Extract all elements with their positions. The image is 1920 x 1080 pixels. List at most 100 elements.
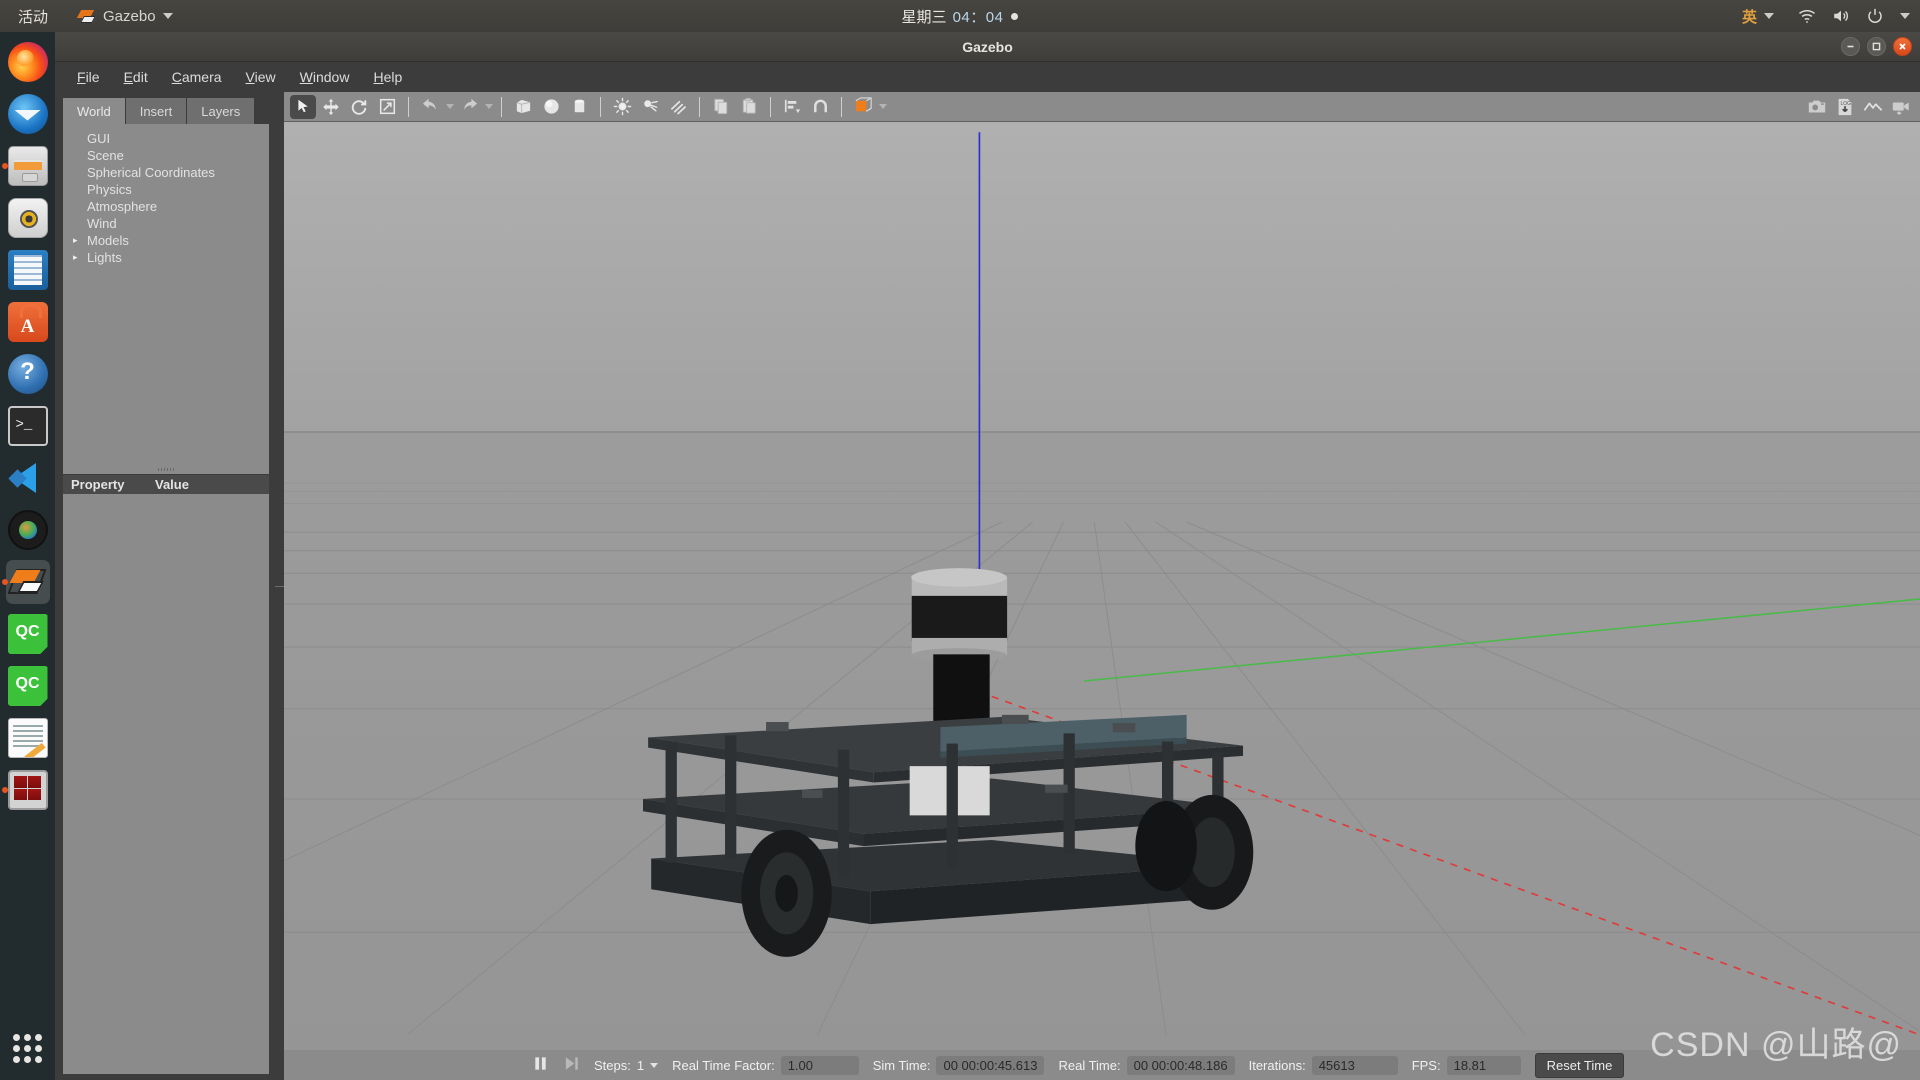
- iterations-label: Iterations:: [1248, 1057, 1306, 1073]
- dock-item-files[interactable]: [1, 144, 50, 188]
- column-value: Value: [155, 477, 189, 492]
- menu-window[interactable]: Window: [290, 65, 360, 89]
- chevron-down-icon[interactable]: [650, 1062, 659, 1068]
- snap-button[interactable]: [807, 95, 833, 119]
- redo-button[interactable]: [456, 95, 482, 119]
- close-button[interactable]: [1893, 37, 1912, 56]
- steps-value: 1: [636, 1057, 645, 1073]
- menu-edit[interactable]: Edit: [114, 65, 158, 89]
- undo-button[interactable]: [417, 95, 443, 119]
- insert-point-light-button[interactable]: [609, 95, 635, 119]
- menu-view[interactable]: View: [236, 65, 286, 89]
- tree-item-scene[interactable]: ▸Scene: [73, 147, 269, 164]
- dock-item-terminal[interactable]: [6, 404, 50, 448]
- insert-box-button[interactable]: [510, 95, 536, 119]
- tab-insert-label: Insert: [139, 103, 173, 119]
- sim-time-value: 00 00:00:45.613: [936, 1055, 1045, 1075]
- files-icon: [7, 146, 48, 186]
- app-menu-button[interactable]: Gazebo: [70, 4, 181, 28]
- tab-layers[interactable]: Layers: [187, 98, 256, 124]
- plot-button[interactable]: [1860, 95, 1886, 119]
- video-record-button[interactable]: [1888, 95, 1914, 119]
- toolbar-separator: [600, 96, 601, 117]
- dock-item-camera[interactable]: [6, 508, 50, 552]
- rotate-mode-button[interactable]: [346, 95, 372, 119]
- dock-item-qc-2[interactable]: [6, 664, 50, 708]
- render-area: LOG Steps: 1 Real Time Factor: 1.00 Sim …: [284, 92, 1920, 1080]
- translate-mode-button[interactable]: [318, 95, 344, 119]
- clock-time: 04：04: [952, 8, 1004, 26]
- dock-item-libreoffice-writer[interactable]: [6, 248, 50, 292]
- dock-item-gazebo[interactable]: [1, 560, 50, 604]
- menu-camera[interactable]: Camera: [162, 65, 232, 89]
- wifi-icon[interactable]: [1798, 7, 1816, 25]
- window-title: Gazebo: [962, 38, 1013, 55]
- tree-item-lights[interactable]: ▸ Lights: [73, 249, 269, 266]
- chevron-down-icon[interactable]: [485, 104, 493, 109]
- tab-insert[interactable]: Insert: [125, 98, 188, 124]
- vertical-splitter-handle[interactable]: [275, 92, 284, 1080]
- menu-file[interactable]: File: [67, 65, 110, 89]
- tab-world-label: World: [77, 103, 111, 119]
- pause-icon[interactable]: [532, 1055, 549, 1075]
- tree-item-wind[interactable]: ▸Wind: [73, 215, 269, 232]
- expand-arrow-icon[interactable]: ▸: [73, 236, 85, 245]
- expand-arrow-icon[interactable]: ▸: [73, 253, 85, 262]
- activities-button[interactable]: 活动: [10, 3, 56, 30]
- view-angle-button[interactable]: [850, 95, 876, 119]
- running-indicator-dot: [1, 579, 8, 585]
- dock-item-vscode[interactable]: [6, 456, 50, 500]
- align-button[interactable]: [779, 95, 805, 119]
- tree-item-physics[interactable]: ▸Physics: [73, 181, 269, 198]
- copy-button[interactable]: [708, 95, 734, 119]
- tree-item-spherical-coordinates[interactable]: ▸Spherical Coordinates: [73, 164, 269, 181]
- panel-splitter-handle[interactable]: [63, 464, 269, 474]
- steps-control[interactable]: Steps: 1: [594, 1057, 659, 1073]
- qc-icon: [7, 614, 48, 654]
- fps-group: FPS: 18.81: [1412, 1055, 1521, 1075]
- log-data-button[interactable]: LOG: [1832, 95, 1858, 119]
- gnome-top-bar: 活动 Gazebo 星期三 04：04 英: [0, 0, 1920, 32]
- chevron-down-icon[interactable]: [446, 104, 454, 109]
- rhythmbox-icon: [7, 198, 48, 238]
- menu-help[interactable]: Help: [363, 65, 412, 89]
- dock-item-rhythmbox[interactable]: [6, 196, 50, 240]
- step-forward-icon[interactable]: [563, 1055, 580, 1075]
- input-method-indicator[interactable]: 英: [1734, 3, 1782, 30]
- volume-icon[interactable]: [1832, 7, 1850, 25]
- sim-time-label: Sim Time:: [872, 1057, 931, 1073]
- show-applications-button[interactable]: [6, 1026, 50, 1070]
- dock-item-notes[interactable]: [6, 716, 50, 760]
- tree-item-atmosphere[interactable]: ▸Atmosphere: [73, 198, 269, 215]
- dock-item-ubuntu-software[interactable]: [6, 300, 50, 344]
- chevron-down-icon[interactable]: [879, 104, 887, 109]
- tab-world[interactable]: World: [63, 98, 126, 124]
- tree-item-models[interactable]: ▸ Models: [73, 232, 269, 249]
- tree-item-gui[interactable]: ▸GUI: [73, 130, 269, 147]
- dock-item-thunderbird[interactable]: [6, 92, 50, 136]
- select-mode-button[interactable]: [290, 94, 316, 119]
- dock-item-terminator[interactable]: [1, 768, 50, 812]
- 3d-viewport[interactable]: [284, 122, 1920, 1050]
- dock-item-firefox[interactable]: [6, 40, 50, 84]
- qc-icon: [7, 666, 48, 706]
- insert-sphere-button[interactable]: [538, 95, 564, 119]
- insert-cylinder-button[interactable]: [566, 95, 592, 119]
- insert-directional-light-button[interactable]: [665, 95, 691, 119]
- camera-app-icon: [7, 510, 48, 550]
- minimize-button[interactable]: [1841, 37, 1860, 56]
- gazebo-window: Gazebo File Edit Camera View Window Help…: [55, 32, 1920, 1080]
- screenshot-button[interactable]: [1804, 95, 1830, 119]
- dock-item-qc-1[interactable]: [6, 612, 50, 656]
- insert-spot-light-button[interactable]: [637, 95, 663, 119]
- property-table-header: Property Value: [63, 474, 269, 494]
- reset-time-button[interactable]: Reset Time: [1534, 1052, 1625, 1078]
- dock-item-help[interactable]: [6, 352, 50, 396]
- paste-button[interactable]: [736, 95, 762, 119]
- clock-area[interactable]: 星期三 04：04: [0, 6, 1920, 27]
- power-icon[interactable]: [1866, 7, 1884, 25]
- maximize-button[interactable]: [1867, 37, 1886, 56]
- chevron-down-icon: [162, 13, 173, 19]
- scale-mode-button[interactable]: [374, 95, 400, 119]
- chevron-down-icon[interactable]: [1900, 13, 1910, 19]
